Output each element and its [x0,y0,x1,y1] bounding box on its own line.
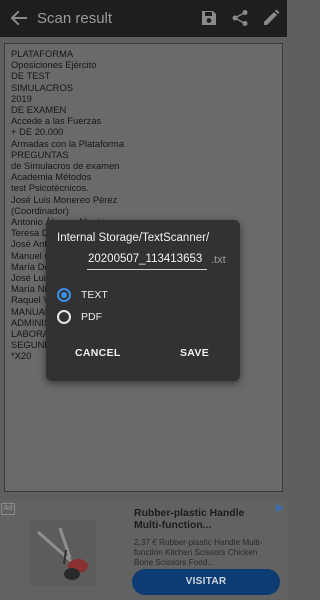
text-line: Academia Métodos [11,171,92,183]
text-line: DE TEST [11,70,51,82]
option-pdf[interactable]: PDF [57,309,102,325]
edit-icon[interactable] [261,8,281,28]
text-line: DE EXAMEN [11,104,67,116]
save-button[interactable]: SAVE [180,347,209,359]
option-text[interactable]: TEXT [57,287,108,303]
save-icon[interactable] [199,8,219,28]
scissors-product-image[interactable] [30,520,96,586]
page-title: Scan result [37,10,113,27]
ad-info-icon[interactable] [275,503,285,513]
filename-underline [87,269,207,270]
storage-path: Internal Storage/TextScanner/ [57,232,210,244]
scissors-icon [30,520,96,586]
ad-choices-badge[interactable]: Ad [1,503,15,515]
file-extension: .txt [211,254,226,266]
ad-banner[interactable]: Ad Rubber-plastic Handle Multi-function.… [0,500,287,600]
ad-body: 2,37 € Rubber-plastic Handle Multi-funct… [134,538,263,567]
text-line: PREGUNTAS [11,148,69,160]
radio-pdf[interactable] [57,310,71,324]
filename-input[interactable]: 20200507_113413653 [88,253,202,265]
text-line: + DE 20.000 [11,126,64,138]
cancel-button[interactable]: CANCEL [75,347,121,359]
radio-text[interactable] [57,288,71,302]
option-pdf-label: PDF [81,311,102,323]
arrow-left-icon[interactable] [9,8,29,28]
save-dialog: Internal Storage/TextScanner/ 20200507_1… [46,220,240,381]
text-line: (Coordinador) [11,204,69,216]
ad-headline[interactable]: Rubber-plastic Handle Multi-function... [134,508,274,532]
text-line: SIMULACROS [11,81,73,93]
text-line: Armadas con la Plataforma [11,137,125,149]
text-line: test Psicotécnicos. [11,182,89,194]
app-bar: Scan result [0,0,287,37]
option-text-label: TEXT [81,289,108,301]
text-line: 2019 [11,92,32,104]
visit-button[interactable]: VISITAR [132,569,280,595]
text-line: de Simulacros de examen [11,160,120,172]
text-line: Oposiciones Ejército [11,59,97,71]
text-line: José Luis Monereo Pérez [11,193,118,205]
text-line: Accede a las Fuerzas [11,115,102,127]
text-line: PLATAFORMA [11,48,74,59]
share-icon[interactable] [230,8,250,28]
